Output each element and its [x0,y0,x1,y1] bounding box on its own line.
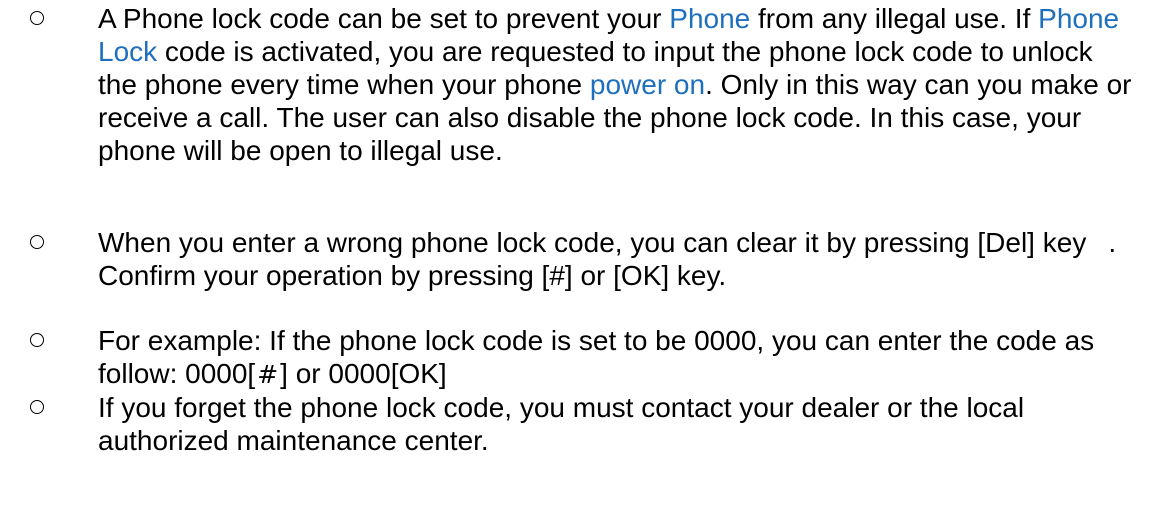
text-segment: A Phone lock code can be set to prevent … [98,3,670,34]
hollow-circle-bullet-icon [30,235,44,249]
text-segment: ] or 0000[OK] [280,358,447,389]
hollow-circle-bullet-icon [30,333,44,347]
hollow-circle-bullet-icon [30,400,44,414]
list-item-text: If you forget the phone lock code, you m… [98,392,1025,456]
hollow-circle-bullet-icon [30,11,44,25]
list-item-example: For example: If the phone lock code is s… [0,324,1150,391]
text-segment: When you enter a wrong phone lock code, … [98,227,1087,258]
phone-link[interactable]: Phone [669,3,750,34]
list-item-lock-code-intro: A Phone lock code can be set to prevent … [0,2,1150,226]
hash-symbol: # [257,360,279,389]
text-segment: from any illegal use. If [750,3,1039,34]
list-item-text: For example: If the phone lock code is s… [98,324,1132,391]
power-on-link[interactable]: power on [590,69,705,100]
instruction-list: A Phone lock code can be set to prevent … [0,2,1150,457]
text-segment: For example: If the phone lock code is s… [98,325,1095,389]
list-item-wrong-code: When you enter a wrong phone lock code, … [0,226,1150,324]
list-item-text: A Phone lock code can be set to prevent … [98,2,1132,167]
list-item-forgot-code: If you forget the phone lock code, you m… [0,391,1150,457]
document-page: A Phone lock code can be set to prevent … [0,0,1150,527]
list-item-text: When you enter a wrong phone lock code, … [98,226,1132,292]
